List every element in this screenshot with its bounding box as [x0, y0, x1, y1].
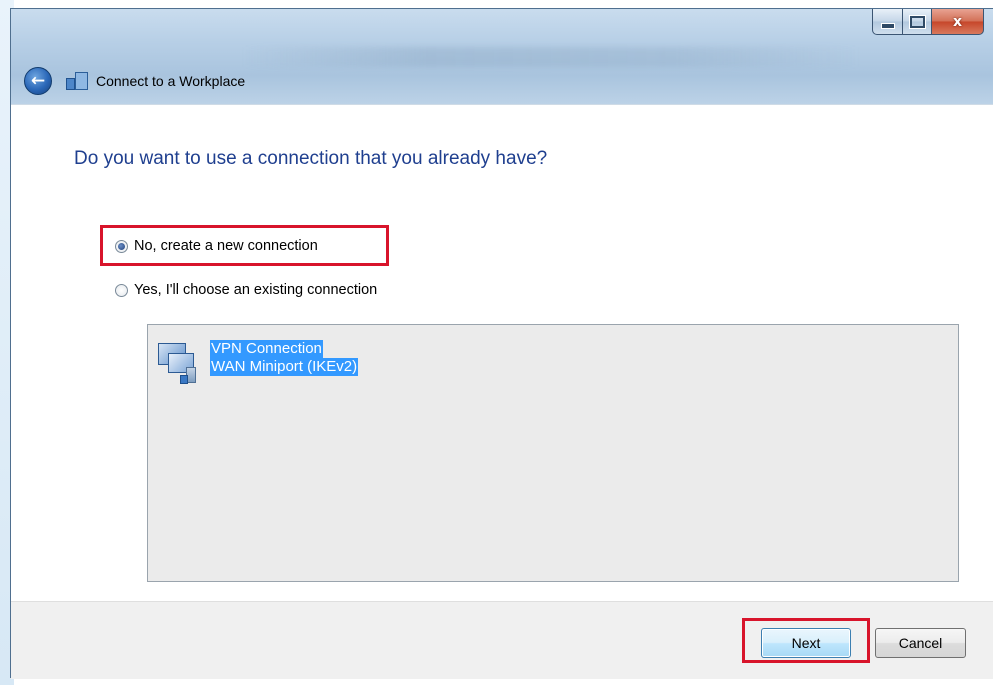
minimize-icon	[880, 22, 895, 29]
connection-list[interactable]: VPN Connection WAN Miniport (IKEv2)	[147, 324, 959, 582]
connection-device: WAN Miniport (IKEv2)	[210, 358, 359, 376]
title-bar: x ← Connect to a Workplace	[11, 9, 993, 104]
workplace-icon	[66, 72, 88, 90]
option-existing-connection-label: Yes, I'll choose an existing connection	[134, 282, 378, 298]
next-button[interactable]: Next	[761, 628, 851, 658]
page-heading: Do you want to use a connection that you…	[74, 148, 548, 169]
option-new-connection[interactable]: No, create a new connection	[115, 238, 318, 254]
back-arrow-icon: ←	[30, 71, 46, 91]
back-button[interactable]: ←	[24, 67, 52, 95]
radio-existing-connection[interactable]	[115, 283, 128, 297]
wizard-window: x ← Connect to a Workplace Do you want t…	[10, 8, 993, 679]
minimize-button[interactable]	[872, 9, 903, 35]
window-controls: x	[872, 9, 984, 35]
nav-row: ← Connect to a Workplace	[24, 67, 245, 95]
window-title: Connect to a Workplace	[96, 73, 246, 89]
title-bar-glass	[241, 47, 861, 67]
radio-new-connection[interactable]	[115, 239, 128, 253]
wizard-content: Do you want to use a connection that you…	[11, 104, 993, 602]
connection-item-text: VPN Connection WAN Miniport (IKEv2)	[210, 340, 359, 376]
close-button[interactable]: x	[932, 9, 984, 35]
maximize-icon	[909, 15, 925, 28]
option-existing-connection[interactable]: Yes, I'll choose an existing connection	[115, 282, 377, 298]
connection-list-item[interactable]: VPN Connection WAN Miniport (IKEv2)	[156, 339, 359, 389]
wizard-footer: Next Cancel	[11, 601, 993, 679]
option-new-connection-label: No, create a new connection	[134, 238, 318, 254]
close-icon: x	[952, 13, 963, 30]
maximize-button[interactable]	[903, 9, 932, 35]
cancel-button[interactable]: Cancel	[875, 628, 966, 658]
connection-name: VPN Connection	[210, 340, 323, 358]
vpn-network-icon	[156, 339, 206, 389]
